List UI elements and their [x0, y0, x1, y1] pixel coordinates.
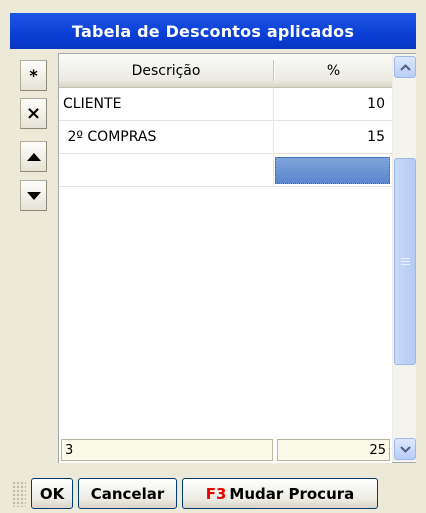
cell-percent[interactable]: 10	[275, 88, 389, 120]
chevron-down-icon	[399, 445, 411, 453]
table-row[interactable]: 2º COMPRAS 15	[59, 121, 392, 154]
grip-handle-icon	[12, 481, 26, 507]
table-row-new[interactable]	[59, 154, 392, 187]
cell-divider	[273, 154, 274, 186]
table-row[interactable]: CLIENTE 10	[59, 88, 392, 121]
cell-divider	[273, 88, 274, 120]
change-search-label: Mudar Procura	[229, 484, 355, 503]
window-title: Tabela de Descontos aplicados	[10, 13, 416, 49]
cell-descricao[interactable]	[63, 154, 271, 186]
scroll-up-button[interactable]	[394, 56, 416, 78]
arrow-up-icon	[26, 152, 41, 161]
cell-divider	[273, 121, 274, 153]
discount-grid[interactable]: Descrição % CLIENTE 10 2º COMPRAS 15 3 2…	[58, 53, 416, 463]
ok-button[interactable]: OK	[31, 478, 73, 509]
grid-footer: 3 25	[59, 437, 392, 463]
cell-descricao[interactable]: 2º COMPRAS	[63, 121, 271, 153]
asterisk-icon: *	[29, 66, 38, 85]
cell-descricao[interactable]: CLIENTE	[63, 88, 271, 120]
action-bar: OK Cancelar F3 Mudar Procura	[0, 473, 426, 513]
selected-cell-percent[interactable]	[275, 157, 390, 184]
scroll-down-button[interactable]	[394, 438, 416, 460]
grip-icon	[400, 258, 410, 265]
vertical-scrollbar[interactable]	[392, 54, 416, 462]
record-toolbar: * ×	[10, 53, 57, 463]
record-count: 3	[61, 439, 273, 461]
cell-percent[interactable]: 15	[275, 121, 389, 153]
close-icon: ×	[25, 103, 42, 124]
new-record-button[interactable]: *	[20, 60, 47, 91]
percent-total: 25	[277, 439, 390, 461]
change-search-button[interactable]: F3 Mudar Procura	[182, 478, 378, 509]
move-down-button[interactable]	[20, 180, 47, 211]
cancel-button[interactable]: Cancelar	[78, 478, 177, 509]
scroll-thumb[interactable]	[394, 158, 416, 365]
discount-table-window: Tabela de Descontos aplicados * × Descri…	[0, 0, 426, 513]
arrow-down-icon	[26, 191, 41, 200]
grid-header: Descrição %	[59, 54, 392, 88]
column-header-descricao[interactable]: Descrição	[59, 54, 273, 87]
move-up-button[interactable]	[20, 141, 47, 172]
delete-record-button[interactable]: ×	[20, 98, 47, 129]
hotkey-label: F3	[205, 484, 227, 503]
chevron-up-icon	[399, 63, 411, 71]
column-header-percent[interactable]: %	[275, 54, 392, 87]
